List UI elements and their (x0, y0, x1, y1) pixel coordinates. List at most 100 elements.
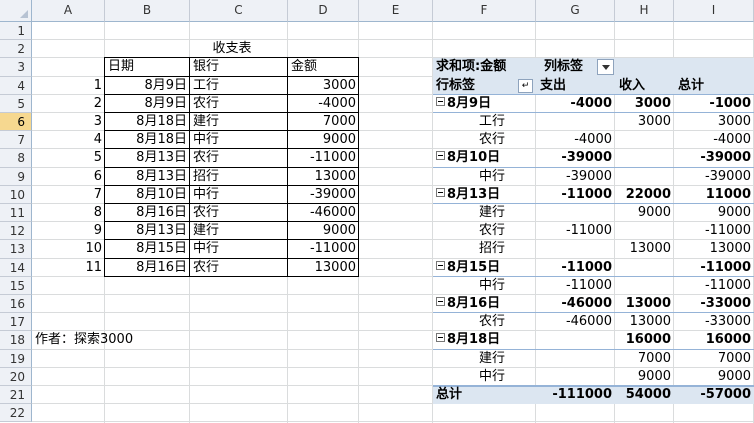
pivot-value-cell[interactable]: -46000 (536, 295, 615, 313)
pivot-value-cell[interactable] (536, 204, 615, 222)
row-header-5[interactable]: 5 (0, 94, 32, 113)
amount-cell[interactable]: 9000 (288, 222, 359, 240)
row-labels-filter-icon[interactable]: ↵ (518, 78, 533, 93)
column-header-G[interactable]: G (536, 0, 615, 22)
pivot-value-field[interactable]: 求和项:金额 (433, 58, 546, 76)
row-header-7[interactable]: 7 (0, 131, 32, 150)
collapse-minus-icon[interactable] (436, 96, 445, 106)
row-index[interactable]: 1 (32, 77, 105, 95)
row-index[interactable]: 11 (32, 259, 105, 277)
pivot-item-label[interactable]: 农行 (433, 313, 536, 331)
row-header-12[interactable]: 12 (0, 222, 32, 241)
column-header-D[interactable]: D (288, 0, 359, 22)
pivot-value-cell[interactable]: -46000 (536, 313, 615, 331)
pivot-value-cell[interactable]: -33000 (674, 295, 754, 313)
pivot-value-cell[interactable]: -11000 (536, 277, 615, 295)
date-cell[interactable]: 8月18日 (105, 113, 190, 131)
amount-cell[interactable]: -46000 (288, 204, 359, 222)
pivot-value-cell[interactable]: -11000 (536, 222, 615, 240)
row-index[interactable]: 7 (32, 186, 105, 204)
date-cell[interactable]: 8月9日 (105, 95, 190, 113)
date-cell[interactable]: 8月13日 (105, 222, 190, 240)
pivot-value-cell[interactable]: -11000 (536, 259, 615, 277)
column-header-C[interactable]: C (190, 0, 288, 22)
row-header-1[interactable]: 1 (0, 22, 32, 41)
row-index[interactable]: 5 (32, 149, 105, 167)
collapse-minus-icon[interactable] (436, 260, 445, 270)
date-cell[interactable]: 8月16日 (105, 204, 190, 222)
pivot-value-cell[interactable]: 16000 (615, 331, 674, 349)
pivot-value-cell[interactable]: 13000 (615, 295, 674, 313)
row-header-21[interactable]: 21 (0, 386, 32, 405)
pivot-value-cell[interactable]: -4000 (536, 131, 615, 149)
bank-cell[interactable]: 中行 (190, 240, 288, 258)
pivot-value-cell[interactable] (536, 113, 615, 131)
amount-cell[interactable]: 3000 (288, 77, 359, 95)
pivot-col-header-2[interactable]: 收入 (615, 77, 674, 95)
pivot-value-cell[interactable]: 16000 (674, 331, 754, 349)
table-header-3[interactable]: 金额 (288, 58, 359, 76)
collapse-minus-icon[interactable] (436, 333, 445, 343)
pivot-item-label[interactable]: 农行 (433, 222, 536, 240)
pivot-grand-total-value[interactable]: 54000 (615, 386, 674, 404)
pivot-value-cell[interactable]: -11000 (674, 222, 754, 240)
pivot-grand-total-value[interactable]: -111000 (536, 386, 615, 404)
pivot-value-cell[interactable]: -11000 (674, 259, 754, 277)
pivot-item-label[interactable]: 农行 (433, 131, 536, 149)
pivot-group-label[interactable]: 8月13日 (433, 186, 536, 204)
pivot-value-cell[interactable]: 13000 (615, 313, 674, 331)
pivot-value-cell[interactable] (615, 259, 674, 277)
pivot-value-cell[interactable]: 9000 (615, 204, 674, 222)
row-index[interactable]: 8 (32, 204, 105, 222)
row-header-18[interactable]: 18 (0, 331, 32, 350)
pivot-value-cell[interactable]: 13000 (674, 240, 754, 258)
row-index[interactable]: 6 (32, 168, 105, 186)
bank-cell[interactable]: 建行 (190, 113, 288, 131)
pivot-group-label[interactable]: 8月18日 (433, 331, 536, 349)
amount-cell[interactable]: -11000 (288, 149, 359, 167)
pivot-value-cell[interactable] (615, 222, 674, 240)
row-index[interactable]: 9 (32, 222, 105, 240)
row-index[interactable]: 10 (32, 240, 105, 258)
pivot-value-cell[interactable]: -39000 (536, 168, 615, 186)
pivot-group-label[interactable]: 8月15日 (433, 259, 536, 277)
pivot-value-cell[interactable]: 9000 (674, 204, 754, 222)
bank-cell[interactable]: 建行 (190, 222, 288, 240)
row-header-9[interactable]: 9 (0, 167, 32, 186)
column-header-E[interactable]: E (359, 0, 433, 22)
pivot-grand-total-label[interactable]: 总计 (433, 386, 536, 404)
table-header-1[interactable]: 日期 (105, 58, 190, 76)
bank-cell[interactable]: 农行 (190, 204, 288, 222)
row-header-14[interactable]: 14 (0, 258, 32, 277)
bank-cell[interactable]: 工行 (190, 77, 288, 95)
pivot-value-cell[interactable]: -33000 (674, 313, 754, 331)
pivot-value-cell[interactable]: -4000 (674, 131, 754, 149)
row-header-6[interactable]: 6 (0, 113, 32, 132)
pivot-grand-total-value[interactable]: -57000 (674, 386, 754, 404)
pivot-value-cell[interactable] (615, 131, 674, 149)
column-header-H[interactable]: H (615, 0, 674, 22)
bank-cell[interactable]: 招行 (190, 168, 288, 186)
row-index[interactable]: 4 (32, 131, 105, 149)
pivot-group-label[interactable]: 8月16日 (433, 295, 536, 313)
pivot-value-cell[interactable] (536, 368, 615, 386)
pivot-item-label[interactable]: 工行 (433, 113, 536, 131)
amount-cell[interactable]: -39000 (288, 186, 359, 204)
table-title[interactable]: 收支表 (105, 40, 359, 58)
pivot-value-cell[interactable]: 22000 (615, 186, 674, 204)
table-header-2[interactable]: 银行 (190, 58, 288, 76)
pivot-value-cell[interactable]: 3000 (615, 113, 674, 131)
row-index[interactable]: 3 (32, 113, 105, 131)
amount-cell[interactable]: -11000 (288, 240, 359, 258)
date-cell[interactable]: 8月16日 (105, 259, 190, 277)
pivot-value-cell[interactable] (615, 168, 674, 186)
pivot-item-label[interactable]: 中行 (433, 368, 536, 386)
row-header-15[interactable]: 15 (0, 276, 32, 295)
pivot-value-cell[interactable]: -11000 (674, 277, 754, 295)
bank-cell[interactable]: 农行 (190, 259, 288, 277)
pivot-item-label[interactable]: 建行 (433, 350, 536, 368)
column-header-A[interactable]: A (32, 0, 105, 22)
pivot-item-label[interactable]: 中行 (433, 277, 536, 295)
pivot-col-header-3[interactable]: 总计 (674, 77, 754, 95)
pivot-value-cell[interactable]: 7000 (674, 350, 754, 368)
